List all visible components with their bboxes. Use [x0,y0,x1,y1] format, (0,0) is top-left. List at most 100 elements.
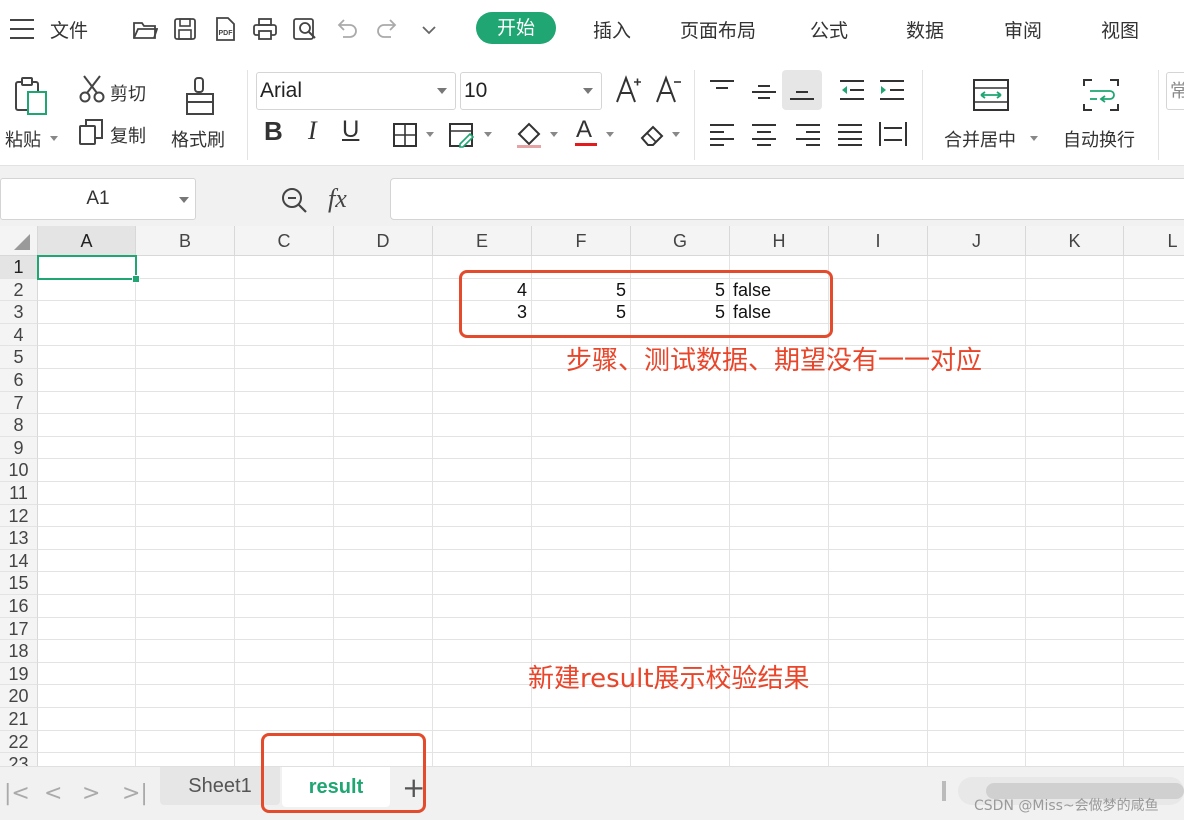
align-bottom-icon[interactable] [788,78,816,102]
next-sheet-icon[interactable]: > [82,781,100,806]
row-header-14[interactable]: 14 [0,549,38,573]
copy-button[interactable]: 复制 [110,122,146,148]
row-header-22[interactable]: 22 [0,730,38,754]
justify-icon[interactable] [836,122,864,146]
wrap-text-icon[interactable] [1082,78,1120,112]
tab-formulas[interactable]: 公式 [810,16,848,43]
row-header-15[interactable]: 15 [0,572,38,595]
cut-button[interactable]: 剪切 [110,80,146,106]
tab-page-layout[interactable]: 页面布局 [680,16,756,43]
format-painter-icon[interactable] [182,76,218,118]
row-header-4[interactable]: 4 [0,323,38,347]
row-header-1[interactable]: 1 [0,256,38,279]
row-header-16[interactable]: 16 [0,595,38,618]
cell-style-icon[interactable] [448,122,476,148]
paste-dropdown-icon[interactable] [50,136,58,141]
column-header-d[interactable]: D [334,226,433,256]
select-all-corner[interactable] [0,226,38,256]
column-header-c[interactable]: C [235,226,334,256]
print-preview-icon[interactable] [292,16,318,42]
row-header-8[interactable]: 8 [0,414,38,437]
fill-handle[interactable] [132,274,140,283]
column-header-f[interactable]: F [532,226,631,256]
underline-icon[interactable]: U [342,116,359,144]
paste-button[interactable]: 粘贴 [5,126,41,152]
row-header-17[interactable]: 17 [0,617,38,641]
font-color-dropdown-icon[interactable] [606,132,614,137]
decrease-indent-icon[interactable] [838,78,866,102]
column-header-j[interactable]: J [928,226,1026,256]
row-header-7[interactable]: 7 [0,391,38,415]
row-header-18[interactable]: 18 [0,640,38,663]
row-header-2[interactable]: 2 [0,278,38,302]
column-header-l[interactable]: L [1124,226,1184,256]
align-center-icon[interactable] [750,122,778,146]
row-header-12[interactable]: 12 [0,504,38,528]
column-header-e[interactable]: E [433,226,532,256]
increase-font-icon[interactable] [614,74,642,104]
increase-indent-icon[interactable] [878,78,906,102]
paste-icon[interactable] [12,76,52,116]
redo-icon[interactable] [374,16,400,42]
first-sheet-icon[interactable]: |< [4,781,30,806]
tab-insert[interactable]: 插入 [593,16,631,43]
column-header-b[interactable]: B [136,226,235,256]
column-header-i[interactable]: I [829,226,928,256]
merge-center-button[interactable]: 合并居中 [944,126,1016,152]
save-icon[interactable] [172,16,198,42]
tab-data[interactable]: 数据 [906,16,944,43]
last-sheet-icon[interactable]: >| [122,781,148,806]
row-header-5[interactable]: 5 [0,346,38,369]
tab-review[interactable]: 审阅 [1004,16,1042,43]
font-size-select[interactable]: 10 [460,72,602,110]
name-box[interactable]: A1 [0,178,196,220]
format-painter-button[interactable]: 格式刷 [171,126,225,152]
border-icon[interactable] [392,122,418,148]
more-dropdown-icon[interactable] [416,16,442,42]
fill-color-icon[interactable] [514,120,544,150]
column-header-h[interactable]: H [730,226,829,256]
hamburger-icon[interactable] [10,19,34,39]
cell-style-dropdown-icon[interactable] [484,132,492,137]
open-folder-icon[interactable] [132,16,158,42]
row-header-19[interactable]: 19 [0,662,38,686]
align-right-icon[interactable] [794,122,822,146]
fill-color-dropdown-icon[interactable] [550,132,558,137]
italic-icon[interactable]: I [308,116,317,146]
border-dropdown-icon[interactable] [426,132,434,137]
font-color-icon[interactable]: A [576,116,592,144]
row-header-6[interactable]: 6 [0,369,38,392]
row-header-23[interactable]: 23 [0,753,38,766]
row-header-9[interactable]: 9 [0,436,38,460]
zoom-search-icon[interactable] [280,186,308,214]
align-middle-icon[interactable] [750,78,778,102]
row-header-11[interactable]: 11 [0,482,38,505]
print-icon[interactable] [252,16,278,42]
copy-icon[interactable] [78,118,104,146]
formula-input[interactable] [390,178,1184,220]
eraser-dropdown-icon[interactable] [672,132,680,137]
active-cell-a1[interactable] [37,255,137,280]
row-header-13[interactable]: 13 [0,527,38,550]
merge-center-icon[interactable] [972,78,1010,112]
export-pdf-icon[interactable]: PDF [212,16,238,42]
align-top-icon[interactable] [708,78,736,102]
prev-sheet-icon[interactable]: < [44,781,62,806]
tab-start[interactable]: 开始 [476,12,556,44]
file-menu[interactable]: 文件 [50,16,88,43]
row-header-21[interactable]: 21 [0,708,38,731]
scissors-icon[interactable] [78,74,106,104]
align-left-icon[interactable] [708,122,736,146]
column-header-g[interactable]: G [631,226,730,256]
column-header-a[interactable]: A [38,226,136,256]
column-header-k[interactable]: K [1026,226,1124,256]
font-name-select[interactable]: Arial [256,72,456,110]
merge-dropdown-icon[interactable] [1030,136,1038,141]
row-header-3[interactable]: 3 [0,301,38,324]
bold-icon[interactable]: B [264,116,283,147]
wrap-text-button[interactable]: 自动换行 [1063,126,1135,152]
row-header-10[interactable]: 10 [0,459,38,482]
eraser-icon[interactable] [638,120,668,150]
number-format-select[interactable]: 常 [1166,72,1184,110]
insert-function-button[interactable]: fx [328,184,347,214]
